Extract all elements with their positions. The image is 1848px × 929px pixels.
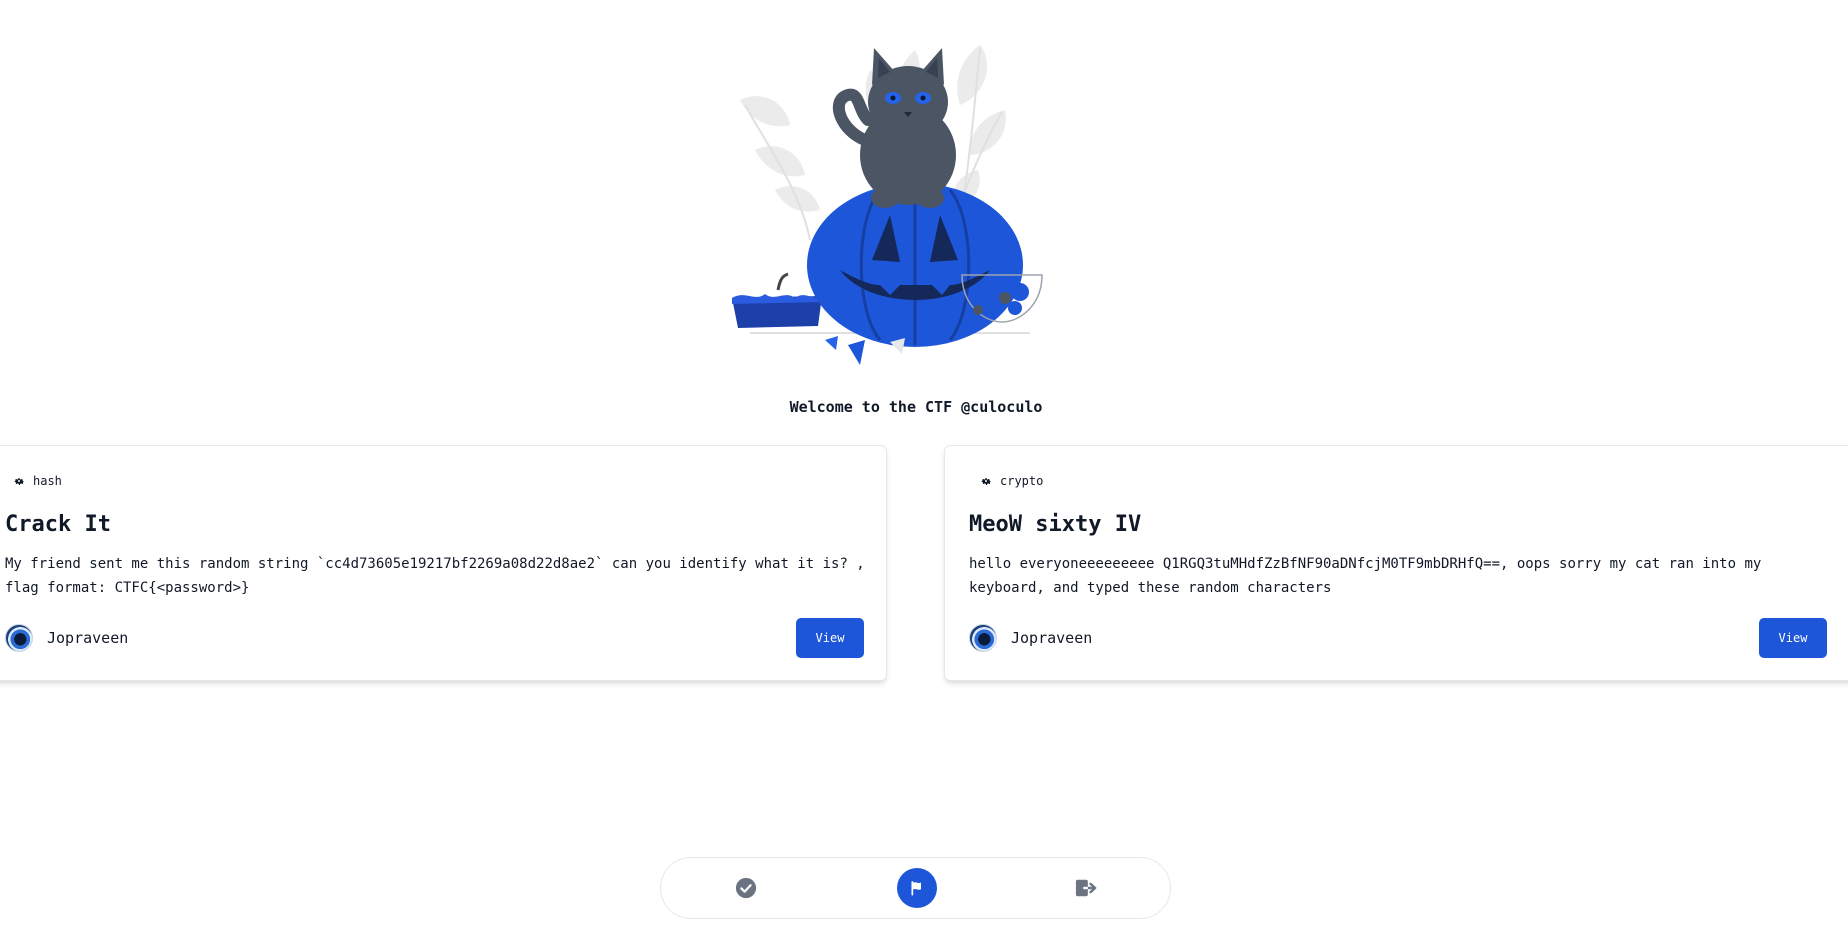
author: Jopraveen [969, 624, 1092, 652]
challenge-title: Crack It [5, 512, 111, 537]
nav-solved-button[interactable] [734, 876, 758, 900]
author-name: Jopraveen [1011, 629, 1093, 647]
view-button[interactable]: View [796, 618, 864, 658]
challenge-description: hello everyoneeeeeeeee Q1RGQ3tuMHdfZzBfN… [969, 556, 1762, 596]
challenge-card-meow-sixty-iv: crypto MeoW sixty IV hello everyoneeeeee… [944, 445, 1848, 681]
category-label: hash [33, 474, 62, 488]
category-tag: hash [13, 474, 62, 488]
halloween-cat-pumpkin-illustration [732, 45, 1043, 365]
view-button[interactable]: View [1759, 618, 1827, 658]
challenge-title: MeoW sixty IV [969, 512, 1142, 537]
check-circle-icon [735, 877, 757, 899]
nav-challenges-button[interactable] [897, 868, 937, 908]
logout-icon [1075, 879, 1097, 897]
author: Jopraveen [5, 624, 128, 652]
challenge-description: My friend sent me this random string `cc… [5, 556, 865, 596]
welcome-message: Welcome to the CTF @culoculo [789, 398, 1043, 416]
bottom-nav [660, 857, 1171, 919]
nav-logout-button[interactable] [1074, 876, 1098, 900]
page: Welcome to the CTF @culoculo hash Crack … [0, 0, 1848, 929]
gear-icon [14, 478, 24, 485]
avatar [969, 624, 997, 652]
author-name: Jopraveen [47, 629, 129, 647]
flag-icon [911, 881, 921, 896]
category-tag: crypto [980, 474, 1043, 488]
gear-icon [981, 478, 991, 485]
avatar [5, 624, 33, 652]
challenge-card-crack-it: hash Crack It My friend sent me this ran… [0, 445, 887, 681]
category-label: crypto [1000, 474, 1044, 488]
